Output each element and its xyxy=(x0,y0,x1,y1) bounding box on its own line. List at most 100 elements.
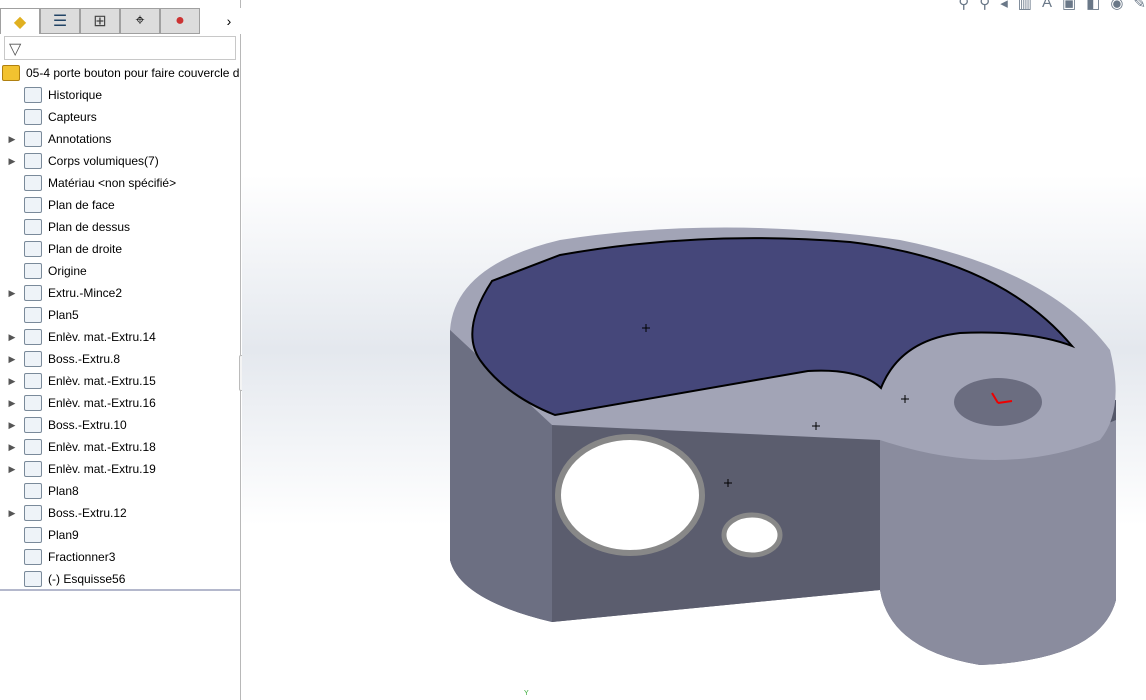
tree-item[interactable]: ▶ Enlèv. mat.-Extru.16 xyxy=(0,392,241,414)
tree-item-label: Enlèv. mat.-Extru.18 xyxy=(48,440,156,454)
expand-arrow-icon[interactable]: ▶ xyxy=(6,420,18,431)
color-wheel-icon: ● xyxy=(175,12,185,29)
part-name: 05-4 porte bouton pour faire couvercle d xyxy=(26,66,240,80)
tree-item[interactable]: ▶ Extru.-Mince2 xyxy=(0,282,241,304)
expand-arrow-icon[interactable]: ▶ xyxy=(6,376,18,387)
feature-icon xyxy=(24,175,42,191)
tree-item-label: Boss.-Extru.10 xyxy=(48,418,127,432)
tree-item-label: Corps volumiques(7) xyxy=(48,154,159,168)
tree-item[interactable]: (-) Esquisse56 xyxy=(0,568,241,590)
expand-arrow-icon[interactable]: ▶ xyxy=(6,398,18,409)
feature-icon xyxy=(24,263,42,279)
tree-item[interactable]: ▶ Enlèv. mat.-Extru.19 xyxy=(0,458,241,480)
expand-arrow-icon[interactable]: ▶ xyxy=(6,134,18,145)
tree-item[interactable]: Origine xyxy=(0,260,241,282)
feature-icon xyxy=(24,439,42,455)
feature-icon xyxy=(24,307,42,323)
feature-icon xyxy=(24,483,42,499)
rollback-bar[interactable] xyxy=(0,589,240,591)
tree-item[interactable]: Plan de dessus xyxy=(0,216,241,238)
tree-item-label: Matériau <non spécifié> xyxy=(48,176,177,190)
tree-item[interactable]: ▶ Boss.-Extru.10 xyxy=(0,414,241,436)
tree-item[interactable]: ▶ Boss.-Extru.8 xyxy=(0,348,241,370)
expand-arrow-icon[interactable]: ▶ xyxy=(6,442,18,453)
tree-item-label: Extru.-Mince2 xyxy=(48,286,123,300)
feature-icon xyxy=(24,351,42,367)
feature-manager-panel: ◆ ☰ ⊞ ⌖ ● › ▽ 05-4 porte bouton pour fai… xyxy=(0,0,241,700)
feature-tree: 05-4 porte bouton pour faire couvercle d… xyxy=(0,62,241,590)
tree-item[interactable]: Fractionner3 xyxy=(0,546,241,568)
crosshair-icon: ⌖ xyxy=(135,12,145,29)
tree-filter[interactable]: ▽ xyxy=(4,36,236,60)
tree-item[interactable]: ▶ Corps volumiques(7) xyxy=(0,150,241,172)
tree-item-label: Enlèv. mat.-Extru.16 xyxy=(48,396,156,410)
tab-featuremanager[interactable]: ◆ xyxy=(0,8,40,34)
tree-item-label: Boss.-Extru.8 xyxy=(48,352,121,366)
tree-item-label: Plan de face xyxy=(48,198,115,212)
feature-icon xyxy=(24,219,42,235)
tree-item[interactable]: ▶ Enlèv. mat.-Extru.15 xyxy=(0,370,241,392)
feature-icon xyxy=(24,285,42,301)
expand-arrow-icon[interactable]: ▶ xyxy=(6,354,18,365)
axis-triad-label: Y xyxy=(524,690,529,697)
graphics-area[interactable]: ⚲ ⚲ ◂ ▥ A ▣ ◧ ◉ ✎ Y xyxy=(242,0,1146,700)
expand-arrow-icon[interactable]: ▶ xyxy=(6,288,18,299)
tab-dimxpert[interactable]: ⌖ xyxy=(120,8,160,34)
tree-item-label: Historique xyxy=(48,88,103,102)
tree-root-part[interactable]: 05-4 porte bouton pour faire couvercle d xyxy=(0,62,241,84)
filter-icon: ▽ xyxy=(9,41,22,58)
expand-arrow-icon[interactable]: ▶ xyxy=(6,156,18,167)
tree-item[interactable]: Plan5 xyxy=(0,304,241,326)
tree-item-label: Boss.-Extru.12 xyxy=(48,506,127,520)
tree-item[interactable]: Plan de droite xyxy=(0,238,241,260)
expand-arrow-icon[interactable]: ▶ xyxy=(6,332,18,343)
tree-item[interactable]: Matériau <non spécifié> xyxy=(0,172,241,194)
tree-item[interactable]: ▶ Enlèv. mat.-Extru.14 xyxy=(0,326,241,348)
feature-icon xyxy=(24,153,42,169)
feature-icon xyxy=(24,527,42,543)
tree-item-label: Enlèv. mat.-Extru.14 xyxy=(48,330,156,344)
tree-item[interactable]: Plan de face xyxy=(0,194,241,216)
parts-icon: ◆ xyxy=(13,13,27,31)
feature-icon xyxy=(24,461,42,477)
more-tabs-button[interactable]: › xyxy=(217,8,241,34)
feature-icon xyxy=(24,197,42,213)
feature-icon xyxy=(24,109,42,125)
properties-icon: ☰ xyxy=(52,13,68,30)
feature-icon xyxy=(24,87,42,103)
tree-item[interactable]: ▶ Boss.-Extru.12 xyxy=(0,502,241,524)
tree-item-label: Origine xyxy=(48,264,87,278)
feature-icon xyxy=(24,395,42,411)
part-model xyxy=(450,227,1116,665)
tree-item-label: Capteurs xyxy=(48,110,97,124)
tab-appearances[interactable]: ● xyxy=(160,8,200,34)
feature-icon xyxy=(24,417,42,433)
feature-icon xyxy=(24,131,42,147)
tree-item[interactable]: Capteurs xyxy=(0,106,241,128)
front-small-hole xyxy=(721,512,783,558)
tree-item-label: Plan5 xyxy=(48,308,79,322)
tree-item[interactable]: ▶ Enlèv. mat.-Extru.18 xyxy=(0,436,241,458)
panel-tabs: ◆ ☰ ⊞ ⌖ ● › xyxy=(0,8,241,34)
tree-item-label: (-) Esquisse56 xyxy=(48,572,126,586)
feature-icon xyxy=(24,241,42,257)
feature-icon xyxy=(24,571,42,587)
feature-icon xyxy=(24,549,42,565)
part-icon xyxy=(2,65,20,81)
feature-icon xyxy=(24,505,42,521)
front-large-hole xyxy=(555,434,705,556)
tree-item-label: Plan9 xyxy=(48,528,79,542)
tree-item[interactable]: Plan9 xyxy=(0,524,241,546)
tree-item-label: Fractionner3 xyxy=(48,550,116,564)
expand-arrow-icon[interactable]: ▶ xyxy=(6,464,18,475)
tree-item[interactable]: Historique xyxy=(0,84,241,106)
tree-item[interactable]: Plan8 xyxy=(0,480,241,502)
tree-item-label: Plan de dessus xyxy=(48,220,131,234)
tab-configurationmanager[interactable]: ⊞ xyxy=(80,8,120,34)
tree-item-label: Plan de droite xyxy=(48,242,123,256)
feature-icon xyxy=(24,329,42,345)
expand-arrow-icon[interactable]: ▶ xyxy=(6,508,18,519)
tree-item[interactable]: ▶ Annotations xyxy=(0,128,241,150)
tab-propertymanager[interactable]: ☰ xyxy=(40,8,80,34)
config-icon: ⊞ xyxy=(93,13,107,30)
